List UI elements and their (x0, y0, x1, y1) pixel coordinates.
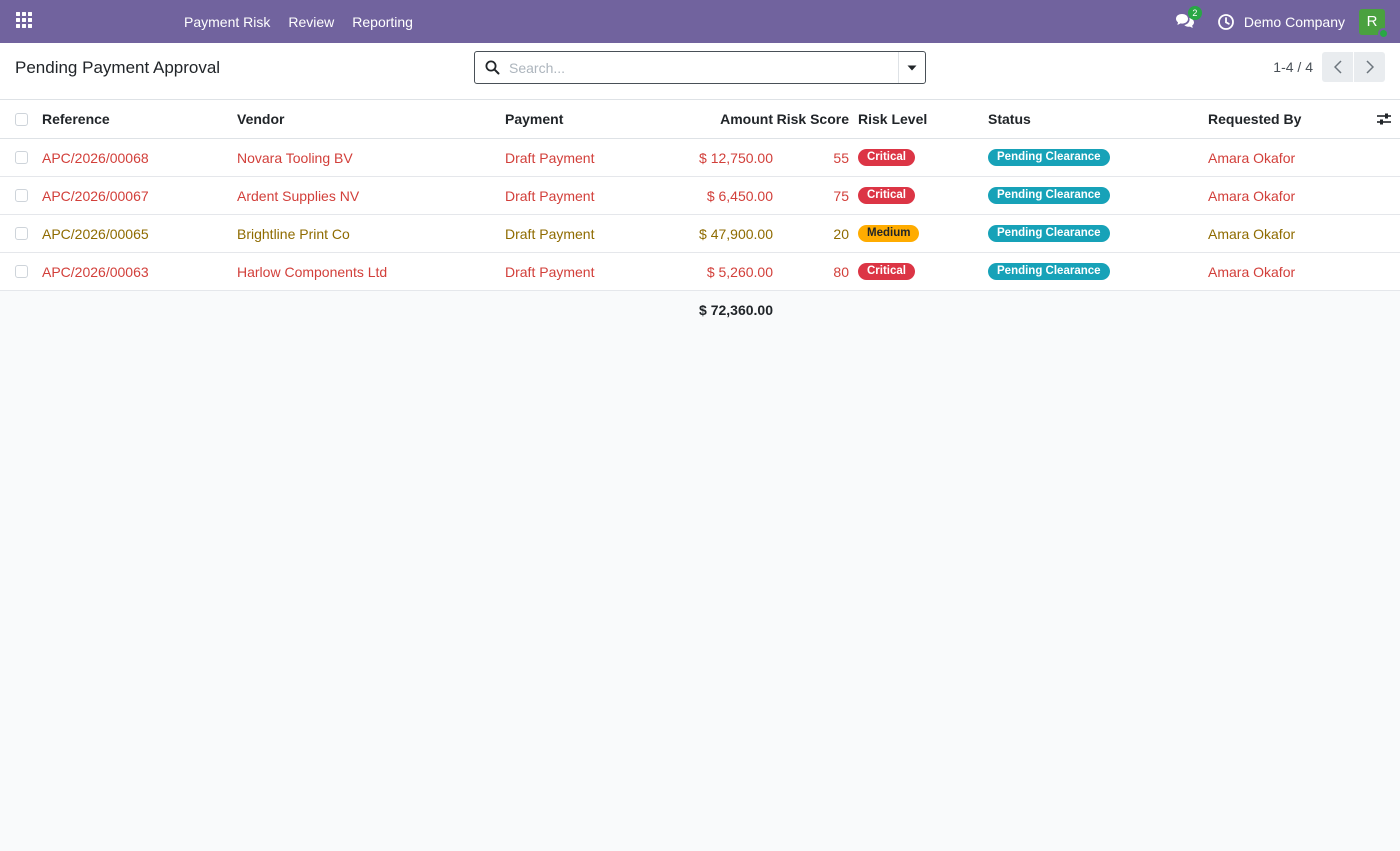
main-menu: Payment Risk Review Reporting (184, 0, 431, 43)
row-risk-level-cell: Medium (858, 215, 983, 252)
table-row[interactable]: APC/2026/00065 Brightline Print Co Draft… (0, 215, 1400, 253)
row-payment[interactable]: Draft Payment (505, 177, 655, 214)
row-vendor[interactable]: Ardent Supplies NV (237, 177, 499, 214)
clock-icon (1217, 13, 1234, 30)
menu-item-reporting[interactable]: Reporting (352, 14, 413, 30)
column-header-risk-level[interactable]: Risk Level (858, 100, 983, 138)
column-header-payment[interactable]: Payment (505, 100, 655, 138)
row-select-cell (15, 253, 29, 290)
table-header: Reference Vendor Payment Amount Risk Sco… (0, 100, 1400, 139)
row-status-cell: Pending Clearance (988, 177, 1203, 214)
pager-value[interactable]: 1-4 / 4 (1273, 59, 1313, 75)
row-risk-level-cell: Critical (858, 139, 983, 176)
row-amount: $ 12,750.00 (699, 149, 773, 166)
status-badge: Pending Clearance (988, 225, 1110, 242)
chevron-left-icon (1333, 60, 1342, 74)
search-icon (475, 52, 509, 83)
row-select-cell (15, 215, 29, 252)
row-status-cell: Pending Clearance (988, 139, 1203, 176)
page-title: Pending Payment Approval (15, 58, 221, 77)
row-risk-score: 20 (833, 225, 849, 242)
status-badge: Pending Clearance (988, 263, 1110, 280)
control-panel: Pending Payment Approval 1-4 / 4 (0, 43, 1400, 100)
row-reference[interactable]: APC/2026/00063 (42, 253, 232, 290)
column-header-risk-score[interactable]: Risk Score (777, 100, 849, 138)
status-badge: Pending Clearance (988, 149, 1110, 166)
optional-columns-button[interactable] (1374, 100, 1394, 138)
apps-grid-icon[interactable] (16, 12, 34, 30)
pager: 1-4 / 4 (1273, 52, 1385, 82)
status-badge: Pending Clearance (988, 187, 1110, 204)
row-risk-score: 80 (833, 263, 849, 280)
row-checkbox[interactable] (15, 189, 28, 202)
pager-next-button[interactable] (1354, 52, 1385, 82)
online-status-dot (1378, 27, 1389, 39)
row-reference[interactable]: APC/2026/00068 (42, 139, 232, 176)
chat-count-badge: 2 (1187, 5, 1202, 20)
menu-item-payment-risk[interactable]: Payment Risk (184, 14, 270, 30)
row-select-cell (15, 177, 29, 214)
company-switcher[interactable]: Demo Company (1244, 14, 1345, 30)
row-requested-by[interactable]: Amara Okafor (1208, 253, 1368, 290)
row-checkbox[interactable] (15, 265, 28, 278)
row-amount: $ 5,260.00 (706, 263, 773, 280)
row-vendor[interactable]: Harlow Components Ltd (237, 253, 499, 290)
row-reference[interactable]: APC/2026/00067 (42, 177, 232, 214)
row-payment[interactable]: Draft Payment (505, 253, 655, 290)
row-amount: $ 6,450.00 (706, 187, 773, 204)
menu-item-review[interactable]: Review (288, 14, 334, 30)
column-header-status[interactable]: Status (988, 100, 1203, 138)
row-amount: $ 47,900.00 (699, 225, 773, 242)
row-risk-level-cell: Critical (858, 177, 983, 214)
select-all-checkbox[interactable] (15, 112, 28, 126)
risk-level-badge: Critical (858, 263, 915, 280)
row-select-cell (15, 139, 29, 176)
row-requested-by[interactable]: Amara Okafor (1208, 139, 1368, 176)
column-header-amount[interactable]: Amount (660, 100, 773, 138)
row-vendor[interactable]: Brightline Print Co (237, 215, 499, 252)
avatar-initial: R (1366, 13, 1378, 30)
risk-level-badge: Critical (858, 187, 915, 204)
select-all-cell (15, 100, 29, 138)
row-risk-score: 55 (833, 149, 849, 166)
row-checkbox[interactable] (15, 227, 28, 240)
row-risk-level-cell: Critical (858, 253, 983, 290)
row-payment[interactable]: Draft Payment (505, 215, 655, 252)
navbar-systray: 2 Demo Company R (1175, 0, 1400, 43)
row-requested-by[interactable]: Amara Okafor (1208, 215, 1368, 252)
row-status-cell: Pending Clearance (988, 215, 1203, 252)
row-reference[interactable]: APC/2026/00065 (42, 215, 232, 252)
risk-level-badge: Medium (858, 225, 920, 242)
top-navbar: Payment Risk Review Reporting 2 Demo Com… (0, 0, 1400, 43)
row-checkbox[interactable] (15, 151, 28, 164)
column-header-requested-by[interactable]: Requested By (1208, 100, 1368, 138)
row-requested-by[interactable]: Amara Okafor (1208, 177, 1368, 214)
caret-down-icon (907, 65, 917, 70)
search-box (474, 51, 926, 84)
table-row[interactable]: APC/2026/00068 Novara Tooling BV Draft P… (0, 139, 1400, 177)
risk-level-badge: Critical (858, 149, 915, 166)
total-amount: $ 72,360.00 (699, 302, 773, 318)
pager-previous-button[interactable] (1322, 52, 1353, 82)
row-payment[interactable]: Draft Payment (505, 139, 655, 176)
list-view: Reference Vendor Payment Amount Risk Sco… (0, 100, 1400, 329)
user-avatar[interactable]: R (1359, 8, 1389, 39)
column-header-reference[interactable]: Reference (42, 100, 232, 138)
column-header-vendor[interactable]: Vendor (237, 100, 499, 138)
messaging-button[interactable]: 2 (1175, 5, 1202, 32)
row-vendor[interactable]: Novara Tooling BV (237, 139, 499, 176)
row-risk-score: 75 (833, 187, 849, 204)
table-row[interactable]: APC/2026/00067 Ardent Supplies NV Draft … (0, 177, 1400, 215)
sliders-icon (1377, 113, 1391, 125)
search-options-toggle[interactable] (898, 52, 925, 83)
search-input[interactable] (509, 52, 898, 83)
table-row[interactable]: APC/2026/00063 Harlow Components Ltd Dra… (0, 253, 1400, 291)
chevron-right-icon (1365, 60, 1374, 74)
table-footer-totals: $ 72,360.00 (0, 291, 1400, 329)
row-status-cell: Pending Clearance (988, 253, 1203, 290)
activity-button[interactable] (1217, 13, 1235, 31)
